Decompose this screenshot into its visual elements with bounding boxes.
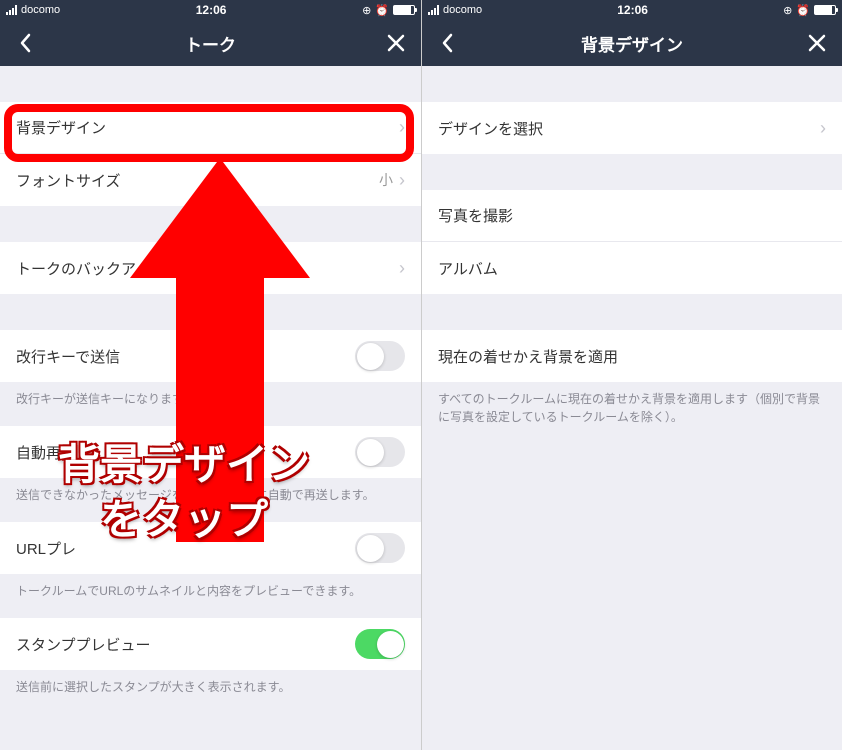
nav-title: トーク: [185, 31, 236, 56]
orientation-lock-icon: ⊕: [362, 4, 371, 17]
toggle-url-preview[interactable]: [355, 533, 405, 563]
nav-bar: 背景デザイン: [422, 20, 842, 66]
row-label: トークのバックアップ: [16, 258, 399, 279]
row-desc: 送信前に選択したスタンプが大きく表示されます。: [0, 670, 421, 696]
toggle-sticker-preview[interactable]: [355, 629, 405, 659]
row-auto-resend[interactable]: 自動再: [0, 426, 421, 478]
row-label: アルバム: [438, 258, 826, 279]
chevron-left-icon: [441, 33, 453, 53]
row-label: フォントサイズ: [16, 170, 379, 191]
alarm-icon: ⏰: [375, 4, 389, 17]
row-backup[interactable]: トークのバックアップ ›: [0, 242, 421, 294]
row-label: デザインを選択: [438, 118, 820, 139]
row-label: URLプレ: [16, 538, 355, 559]
row-enter-send[interactable]: 改行キーで送信: [0, 330, 421, 382]
carrier-label: docomo: [21, 4, 60, 16]
carrier-label: docomo: [443, 4, 482, 16]
row-label: 写真を撮影: [438, 205, 826, 226]
orientation-lock-icon: ⊕: [783, 4, 792, 17]
settings-list[interactable]: 背景デザイン › フォントサイズ 小 › トークのバックアップ › 改行キーで送…: [0, 66, 421, 750]
alarm-icon: ⏰: [796, 4, 810, 17]
battery-icon: [393, 5, 415, 15]
close-icon: [808, 34, 826, 52]
row-desc: 改行キーが送信キーになります。: [0, 382, 421, 408]
row-desc: 送信できなかったメッセージを、一定時間後に自動で再送します。: [0, 478, 421, 504]
status-bar: docomo 12:06 ⊕ ⏰: [0, 0, 421, 20]
row-font-size[interactable]: フォントサイズ 小 ›: [0, 154, 421, 206]
row-apply-current[interactable]: 現在の着せかえ背景を適用: [422, 330, 842, 382]
chevron-left-icon: [19, 33, 31, 53]
row-take-photo[interactable]: 写真を撮影: [422, 190, 842, 242]
row-desc: トークルームでURLのサムネイルと内容をプレビューできます。: [0, 574, 421, 600]
status-time: 12:06: [617, 3, 648, 17]
nav-title: 背景デザイン: [581, 31, 683, 56]
row-label: 背景デザイン: [16, 117, 399, 138]
left-screen: docomo 12:06 ⊕ ⏰ トーク 背景デザイン › フォントサイズ 小 …: [0, 0, 421, 750]
row-value: 小: [379, 170, 393, 190]
right-screen: docomo 12:06 ⊕ ⏰ 背景デザイン デザインを選択 › 写真を撮影 …: [421, 0, 842, 750]
chevron-right-icon: ›: [820, 118, 826, 139]
battery-icon: [814, 5, 836, 15]
back-button[interactable]: [432, 28, 462, 58]
toggle-enter-send[interactable]: [355, 341, 405, 371]
close-button[interactable]: [802, 28, 832, 58]
row-sticker-preview[interactable]: スタンププレビュー: [0, 618, 421, 670]
row-url-preview[interactable]: URLプレ: [0, 522, 421, 574]
row-label: 現在の着せかえ背景を適用: [438, 346, 826, 367]
chevron-right-icon: ›: [399, 170, 405, 191]
status-bar: docomo 12:06 ⊕ ⏰: [422, 0, 842, 20]
row-label: 改行キーで送信: [16, 346, 355, 367]
row-album[interactable]: アルバム: [422, 242, 842, 294]
close-icon: [387, 34, 405, 52]
close-button[interactable]: [381, 28, 411, 58]
toggle-auto-resend[interactable]: [355, 437, 405, 467]
row-label: 自動再: [16, 442, 355, 463]
row-select-design[interactable]: デザインを選択 ›: [422, 102, 842, 154]
signal-icon: [6, 5, 17, 15]
row-desc: すべてのトークルームに現在の着せかえ背景を適用します（個別で背景に写真を設定して…: [422, 382, 842, 426]
chevron-right-icon: ›: [399, 117, 405, 138]
row-background-design[interactable]: 背景デザイン ›: [0, 102, 421, 154]
row-label: スタンププレビュー: [16, 634, 355, 655]
back-button[interactable]: [10, 28, 40, 58]
chevron-right-icon: ›: [399, 258, 405, 279]
signal-icon: [428, 5, 439, 15]
nav-bar: トーク: [0, 20, 421, 66]
settings-list[interactable]: デザインを選択 › 写真を撮影 アルバム 現在の着せかえ背景を適用 すべてのトー…: [422, 66, 842, 750]
status-time: 12:06: [196, 3, 227, 17]
